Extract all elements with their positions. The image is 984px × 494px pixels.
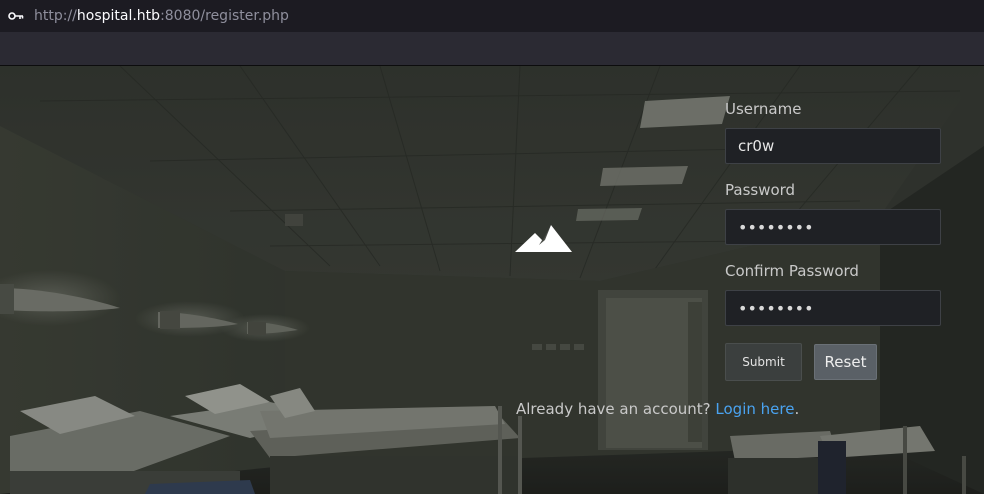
page-viewport: Username Password Confirm Password Submi…	[0, 66, 984, 494]
url-scheme: http://	[34, 8, 77, 24]
username-label: Username	[725, 100, 802, 118]
confirm-password-input[interactable]	[725, 290, 941, 326]
url-bar[interactable]: http://hospital.htb:8080/register.php	[0, 0, 984, 32]
login-prompt-text: Already have an account?	[516, 400, 711, 418]
url-path: :8080/register.php	[160, 8, 289, 24]
key-icon[interactable]	[8, 10, 26, 22]
register-form: Username Password Confirm Password Submi…	[725, 100, 941, 381]
reset-button[interactable]: Reset	[814, 344, 877, 380]
login-period: .	[794, 400, 800, 418]
browser-toolbar	[0, 32, 984, 66]
submit-button[interactable]: Submit	[725, 343, 802, 381]
confirm-password-label: Confirm Password	[725, 262, 859, 280]
login-link[interactable]: Login here	[715, 400, 794, 418]
form-buttons: Submit Reset	[725, 343, 941, 381]
url-host: hospital.htb	[76, 8, 161, 24]
mountain-icon	[515, 225, 572, 252]
password-label: Password	[725, 181, 796, 199]
username-input[interactable]	[725, 128, 941, 164]
login-prompt: Already have an account? Login here.	[516, 400, 799, 418]
password-input[interactable]	[725, 209, 941, 245]
